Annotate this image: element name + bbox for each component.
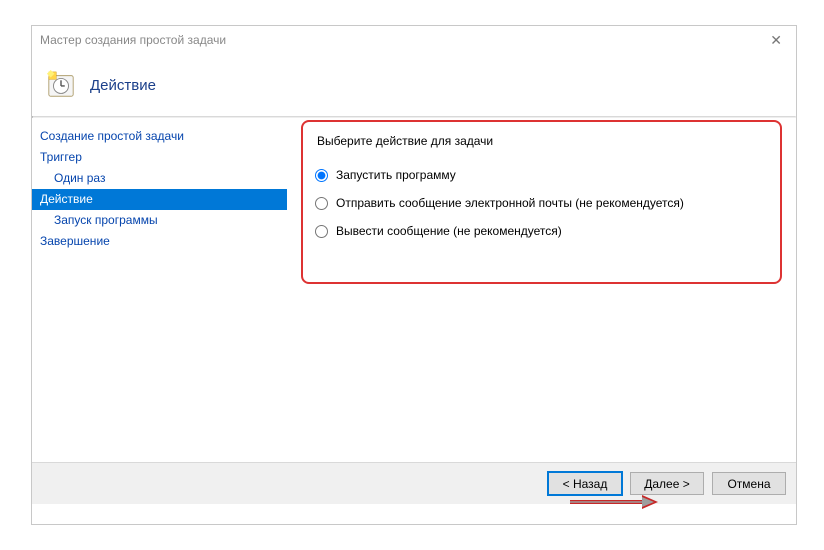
- close-icon[interactable]: ✕: [764, 30, 788, 51]
- sidebar-item-3[interactable]: Действие: [32, 189, 287, 210]
- wizard-sidebar: Создание простой задачиТриггерОдин разДе…: [32, 118, 287, 462]
- sidebar-item-5[interactable]: Завершение: [32, 231, 287, 252]
- action-radio-0[interactable]: [315, 169, 328, 182]
- wizard-body: Создание простой задачиТриггерОдин разДе…: [32, 118, 796, 462]
- action-option-0[interactable]: Запустить программу: [315, 168, 778, 182]
- action-prompt: Выберите действие для задачи: [317, 134, 778, 148]
- button-bar: < Назад Далее > Отмена: [32, 462, 796, 504]
- sidebar-item-4[interactable]: Запуск программы: [32, 210, 287, 231]
- wizard-content: Выберите действие для задачи Запустить п…: [287, 118, 796, 462]
- action-option-label: Отправить сообщение электронной почты (н…: [336, 196, 684, 210]
- action-option-label: Запустить программу: [336, 168, 456, 182]
- sidebar-item-1[interactable]: Триггер: [32, 147, 287, 168]
- task-wizard-icon: [46, 70, 76, 100]
- wizard-header: Действие: [32, 54, 796, 116]
- cancel-button[interactable]: Отмена: [712, 472, 786, 495]
- next-button[interactable]: Далее >: [630, 472, 704, 495]
- action-option-1[interactable]: Отправить сообщение электронной почты (н…: [315, 196, 778, 210]
- wizard-dialog: Мастер создания простой задачи ✕ Действи…: [31, 25, 797, 525]
- action-option-label: Вывести сообщение (не рекомендуется): [336, 224, 562, 238]
- action-radio-1[interactable]: [315, 197, 328, 210]
- back-button[interactable]: < Назад: [548, 472, 622, 495]
- sidebar-item-2[interactable]: Один раз: [32, 168, 287, 189]
- window-title: Мастер создания простой задачи: [40, 33, 226, 47]
- action-options: Запустить программу Отправить сообщение э…: [313, 168, 778, 238]
- sidebar-item-0[interactable]: Создание простой задачи: [32, 126, 287, 147]
- titlebar: Мастер создания простой задачи ✕: [32, 26, 796, 54]
- action-radio-2[interactable]: [315, 225, 328, 238]
- page-title: Действие: [90, 77, 156, 94]
- action-option-2[interactable]: Вывести сообщение (не рекомендуется): [315, 224, 778, 238]
